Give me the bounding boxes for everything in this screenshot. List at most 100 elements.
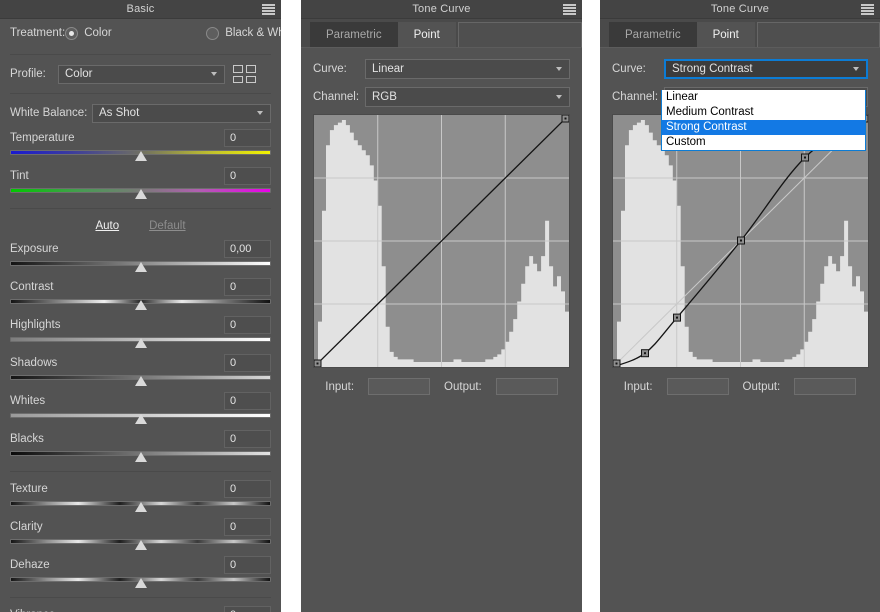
white-balance-label: White Balance: xyxy=(10,107,88,119)
tab-filler xyxy=(756,22,880,47)
panel-title: Tone Curve xyxy=(412,3,471,15)
tone-curve-body: Curve: Linear Channel: RGB Input: Output… xyxy=(301,48,582,395)
curve-select[interactable]: Linear xyxy=(365,59,570,79)
tab-point[interactable]: Point xyxy=(696,22,755,47)
chevron-down-icon xyxy=(853,67,860,71)
slider-label: Clarity xyxy=(10,521,43,533)
slider-track-wrap[interactable] xyxy=(10,374,271,388)
slider-track-wrap[interactable] xyxy=(10,500,271,514)
slider-value-field[interactable]: 0 xyxy=(224,167,271,185)
slider-track-wrap[interactable] xyxy=(10,576,271,590)
output-field[interactable] xyxy=(794,378,857,395)
curve-dropdown-list[interactable]: Linear Medium Contrast Strong Contrast Cust… xyxy=(661,90,866,151)
slider-value-field[interactable]: 0 xyxy=(224,354,271,372)
input-field[interactable] xyxy=(666,378,729,395)
slider-track-wrap[interactable] xyxy=(10,298,271,312)
divider xyxy=(10,93,271,94)
curve-option-strong-contrast[interactable]: Strong Contrast xyxy=(662,120,865,135)
profile-row: Profile: Color xyxy=(10,62,271,86)
tone-curve-panel-linear: Tone Curve Parametric Point Curve: Linea… xyxy=(301,0,582,612)
radio-color-icon[interactable] xyxy=(65,26,79,40)
slider-thumb[interactable] xyxy=(134,540,147,550)
treatment-label: Treatment: xyxy=(10,27,66,39)
chevron-down-icon xyxy=(257,111,264,115)
slider-thumb[interactable] xyxy=(134,189,147,199)
curve-row: Curve: Linear xyxy=(313,58,570,80)
slider-thumb[interactable] xyxy=(134,338,147,348)
slider-value-field[interactable]: 0 xyxy=(224,480,271,498)
slider-track-wrap[interactable] xyxy=(10,260,271,274)
slider-value-field[interactable]: 0 xyxy=(224,129,271,147)
slider-track-wrap[interactable] xyxy=(10,336,271,350)
divider xyxy=(10,54,271,55)
curve-option-linear[interactable]: Linear xyxy=(662,90,865,105)
hamburger-menu-icon[interactable] xyxy=(861,4,874,15)
treatment-option-color[interactable]: Color xyxy=(65,26,192,40)
slider-value-field[interactable]: 0 xyxy=(224,606,271,612)
tone-curve-graph-linear[interactable] xyxy=(313,114,570,368)
default-link[interactable]: Default xyxy=(149,220,185,232)
slider-track-wrap[interactable] xyxy=(10,538,271,552)
profile-label: Profile: xyxy=(10,68,46,80)
chevron-down-icon xyxy=(211,72,218,76)
output-field[interactable] xyxy=(495,378,558,395)
curve-select[interactable]: Strong Contrast xyxy=(664,59,868,79)
slider-value-field[interactable]: 0 xyxy=(224,556,271,574)
curve-label: Curve: xyxy=(313,63,347,75)
treatment-option-black-and-white[interactable]: Black & White xyxy=(206,26,281,40)
hamburger-menu-icon[interactable] xyxy=(262,4,275,15)
slider-thumb[interactable] xyxy=(134,376,147,386)
slider-label: Contrast xyxy=(10,281,54,293)
channel-label: Channel: xyxy=(612,91,659,103)
slider-value-field[interactable]: 0 xyxy=(224,430,271,448)
curve-option-medium-contrast[interactable]: Medium Contrast xyxy=(662,105,865,120)
curve-select-value: Linear xyxy=(372,63,404,75)
slider-thumb[interactable] xyxy=(134,151,147,161)
output-label: Output: xyxy=(444,380,482,393)
slider-value-field[interactable]: 0 xyxy=(224,518,271,536)
panel-title: Basic xyxy=(126,3,155,15)
slider-head: Contrast 0 xyxy=(10,277,271,297)
input-output-row: Input: Output: xyxy=(612,378,868,395)
tab-parametric[interactable]: Parametric xyxy=(609,22,697,47)
curve-option-custom[interactable]: Custom xyxy=(662,135,865,150)
tone-curve-panel-strong-contrast: Tone Curve Parametric Point Curve: Stron… xyxy=(600,0,880,612)
slider-thumb[interactable] xyxy=(134,300,147,310)
slider-value-field[interactable]: 0 xyxy=(224,316,271,334)
radio-black-and-white-icon[interactable] xyxy=(206,26,220,40)
curve-label: Curve: xyxy=(612,63,646,75)
slider-texture: Texture 0 xyxy=(10,479,271,514)
white-balance-select[interactable]: As Shot xyxy=(92,103,271,123)
slider-value-field[interactable]: 0 xyxy=(224,278,271,296)
slider-track-wrap[interactable] xyxy=(10,149,271,163)
slider-exposure: Exposure 0,00 xyxy=(10,239,271,274)
slider-thumb[interactable] xyxy=(134,578,147,588)
slider-head: Vibrance0 xyxy=(10,605,271,612)
slider-track-wrap[interactable] xyxy=(10,187,271,201)
profile-select[interactable]: Color xyxy=(58,64,225,84)
divider xyxy=(10,208,271,209)
treatment-option-black-and-white-label: Black & White xyxy=(225,27,281,39)
profile-select-value: Color xyxy=(65,68,93,80)
slider-value-field[interactable]: 0 xyxy=(224,392,271,410)
slider-thumb[interactable] xyxy=(134,262,147,272)
tone-curve-graph-strong-contrast[interactable] xyxy=(612,114,869,368)
slider-head: Exposure 0,00 xyxy=(10,239,271,259)
hamburger-menu-icon[interactable] xyxy=(563,4,576,15)
slider-thumb[interactable] xyxy=(134,414,147,424)
grid-browse-icon[interactable] xyxy=(233,65,256,83)
tab-parametric[interactable]: Parametric xyxy=(310,22,398,47)
channel-row: Channel: RGB xyxy=(313,86,570,108)
slider-track-wrap[interactable] xyxy=(10,450,271,464)
slider-thumb[interactable] xyxy=(134,452,147,462)
tab-point[interactable]: Point xyxy=(397,22,456,47)
slider-thumb[interactable] xyxy=(134,502,147,512)
slider-head: Shadows 0 xyxy=(10,353,271,373)
input-field[interactable] xyxy=(368,378,431,395)
slider-value-field[interactable]: 0,00 xyxy=(224,240,271,258)
slider-track-wrap[interactable] xyxy=(10,412,271,426)
auto-link[interactable]: Auto xyxy=(95,220,119,232)
channel-select[interactable]: RGB xyxy=(365,87,570,107)
curve-svg xyxy=(613,115,868,367)
slider-dehaze: Dehaze 0 xyxy=(10,555,271,590)
